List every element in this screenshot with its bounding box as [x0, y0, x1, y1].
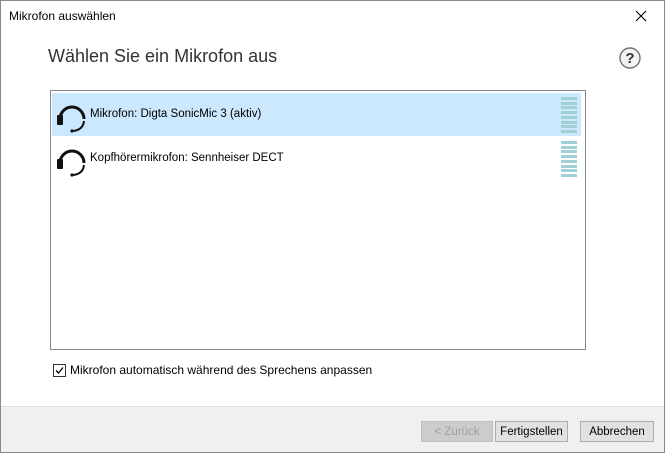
auto-adjust-label[interactable]: Mikrofon automatisch während des Spreche…	[70, 363, 372, 377]
button-bar: < Zurück Fertigstellen Abbrechen	[1, 406, 664, 452]
auto-adjust-option[interactable]: Mikrofon automatisch während des Spreche…	[53, 362, 372, 378]
microphone-item-label: Kopfhörermikrofon: Sennheiser DECT	[90, 152, 284, 164]
page-title: Wählen Sie ein Mikrofon aus	[48, 46, 278, 66]
window-title: Mikrofon auswählen	[9, 9, 116, 23]
dialog-window: Mikrofon auswählen Wählen Sie ein Mikrof…	[0, 0, 665, 453]
help-icon[interactable]: ?	[619, 47, 641, 69]
microphone-item-digta[interactable]: Mikrofon: Digta SonicMic 3 (aktiv)	[52, 93, 581, 136]
level-meter	[561, 97, 577, 133]
headset-icon	[57, 149, 86, 177]
headset-icon	[57, 105, 86, 133]
cancel-button[interactable]: Abbrechen	[580, 421, 654, 442]
back-button[interactable]: < Zurück	[421, 421, 493, 442]
svg-text:?: ?	[625, 50, 634, 67]
microphone-item-sennheiser[interactable]: Kopfhörermikrofon: Sennheiser DECT	[52, 137, 581, 180]
microphone-list[interactable]: Mikrofon: Digta SonicMic 3 (aktiv) Kopfh…	[50, 90, 586, 350]
close-button[interactable]	[618, 1, 664, 31]
close-icon	[635, 10, 647, 22]
finish-button[interactable]: Fertigstellen	[495, 421, 568, 442]
checkmark-icon	[55, 366, 64, 374]
level-meter	[561, 141, 577, 177]
auto-adjust-checkbox[interactable]	[53, 363, 66, 377]
microphone-item-label: Mikrofon: Digta SonicMic 3 (aktiv)	[90, 108, 262, 120]
title-bar: Mikrofon auswählen	[1, 1, 664, 31]
